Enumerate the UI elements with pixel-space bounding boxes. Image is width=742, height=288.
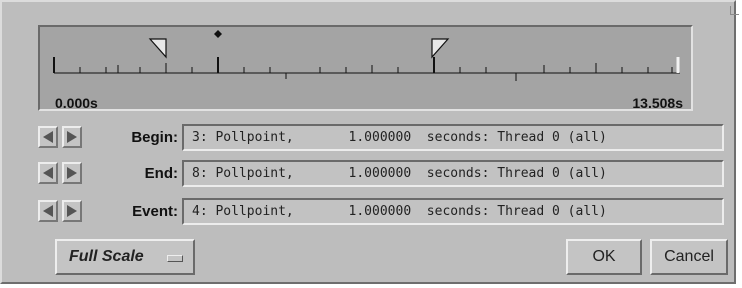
- option-menu-indicator-icon: [167, 255, 183, 262]
- begin-next-button[interactable]: [62, 126, 82, 148]
- window-corner-decoration: [730, 6, 739, 15]
- ruler-canvas: [53, 30, 680, 81]
- left-arrow-icon: [43, 167, 53, 179]
- begin-row: Begin: 3: Pollpoint, 1.000000 seconds: T…: [2, 124, 742, 154]
- end-row: End: 8: Pollpoint, 1.000000 seconds: Thr…: [2, 160, 742, 190]
- event-diamond-marker[interactable]: [214, 30, 222, 38]
- end-next-button[interactable]: [62, 162, 82, 184]
- begin-field[interactable]: 3: Pollpoint, 1.000000 seconds: Thread 0…: [182, 124, 724, 151]
- begin-triangle-marker[interactable]: [148, 38, 167, 59]
- ok-button[interactable]: OK: [566, 239, 642, 275]
- event-label: Event:: [132, 203, 178, 220]
- end-label: End:: [144, 165, 178, 182]
- event-field[interactable]: 4: Pollpoint, 1.000000 seconds: Thread 0…: [182, 198, 724, 225]
- begin-prev-button[interactable]: [38, 126, 58, 148]
- left-arrow-icon: [43, 205, 53, 217]
- dialog-window: 0.000s 13.508s Begin: 3: Pollpoint, 1.00…: [0, 0, 739, 284]
- full-scale-label: Full Scale: [69, 248, 144, 265]
- timeline-end-label: 13.508s: [632, 95, 683, 111]
- end-triangle-marker[interactable]: [431, 38, 450, 59]
- begin-label: Begin:: [131, 129, 178, 146]
- timeline-start-label: 0.000s: [55, 95, 98, 111]
- right-arrow-icon: [67, 131, 77, 143]
- right-arrow-icon: [67, 205, 77, 217]
- timeline-ruler[interactable]: 0.000s 13.508s: [38, 25, 693, 111]
- right-arrow-icon: [67, 167, 77, 179]
- left-arrow-icon: [43, 131, 53, 143]
- cancel-button[interactable]: Cancel: [650, 239, 728, 275]
- full-scale-option-button[interactable]: Full Scale: [55, 239, 195, 275]
- event-next-button[interactable]: [62, 200, 82, 222]
- end-field[interactable]: 8: Pollpoint, 1.000000 seconds: Thread 0…: [182, 160, 724, 187]
- event-prev-button[interactable]: [38, 200, 58, 222]
- event-row: Event: 4: Pollpoint, 1.000000 seconds: T…: [2, 198, 742, 228]
- end-prev-button[interactable]: [38, 162, 58, 184]
